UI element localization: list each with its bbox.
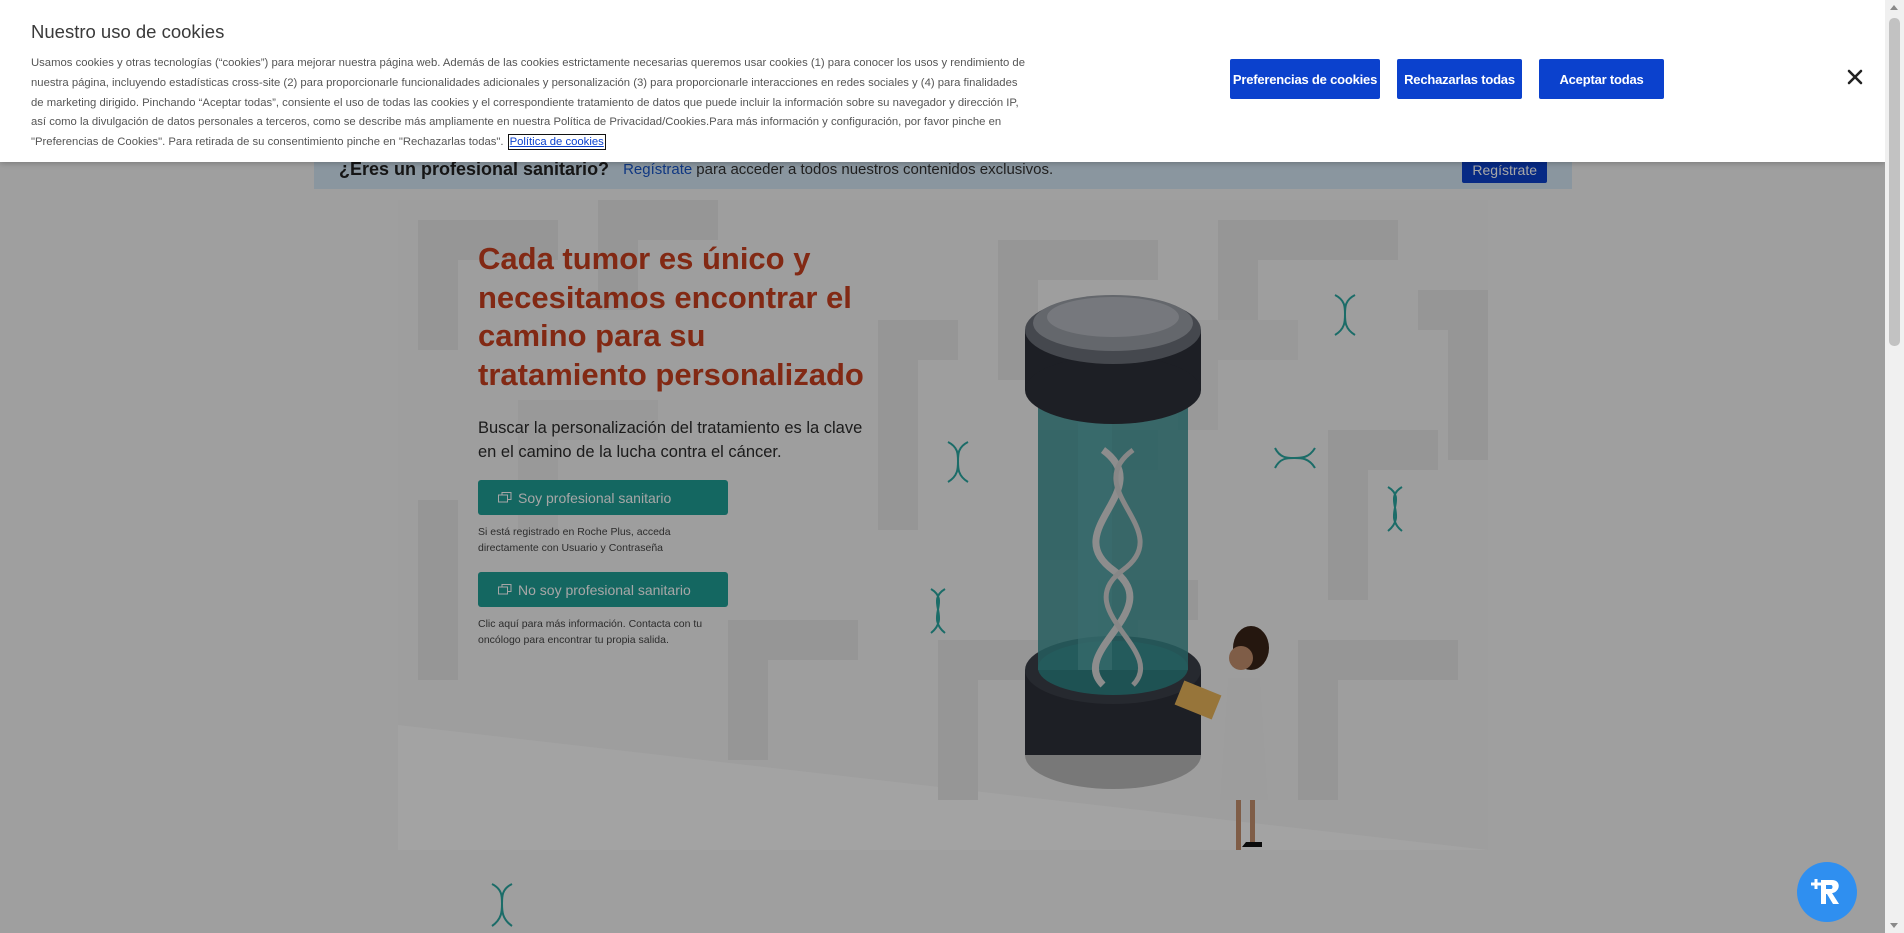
chat-bot-button[interactable] xyxy=(1797,862,1857,922)
close-icon[interactable] xyxy=(1844,66,1866,88)
scrollbar[interactable] xyxy=(1885,0,1904,933)
cookie-banner-text: Usamos cookies y otras tecnologías (“coo… xyxy=(31,54,1031,153)
accept-all-cookies-button[interactable]: Aceptar todas xyxy=(1539,59,1664,99)
scroll-down-arrow-icon[interactable] xyxy=(1890,923,1898,928)
cookie-consent-banner: Nuestro uso de cookies Usamos cookies y … xyxy=(0,0,1885,162)
scroll-up-arrow-icon[interactable] xyxy=(1890,5,1898,10)
reject-all-cookies-button[interactable]: Rechazarlas todas xyxy=(1397,59,1522,99)
cookie-policy-link[interactable]: Política de cookies xyxy=(507,134,606,151)
chat-bot-icon xyxy=(1811,879,1839,904)
cookie-preferences-button[interactable]: Preferencias de cookies xyxy=(1230,59,1380,99)
cookie-banner-title: Nuestro uso de cookies xyxy=(31,21,225,42)
cookie-banner-body: Usamos cookies y otras tecnologías (“coo… xyxy=(31,57,1025,149)
scrollbar-thumb[interactable] xyxy=(1889,18,1900,346)
